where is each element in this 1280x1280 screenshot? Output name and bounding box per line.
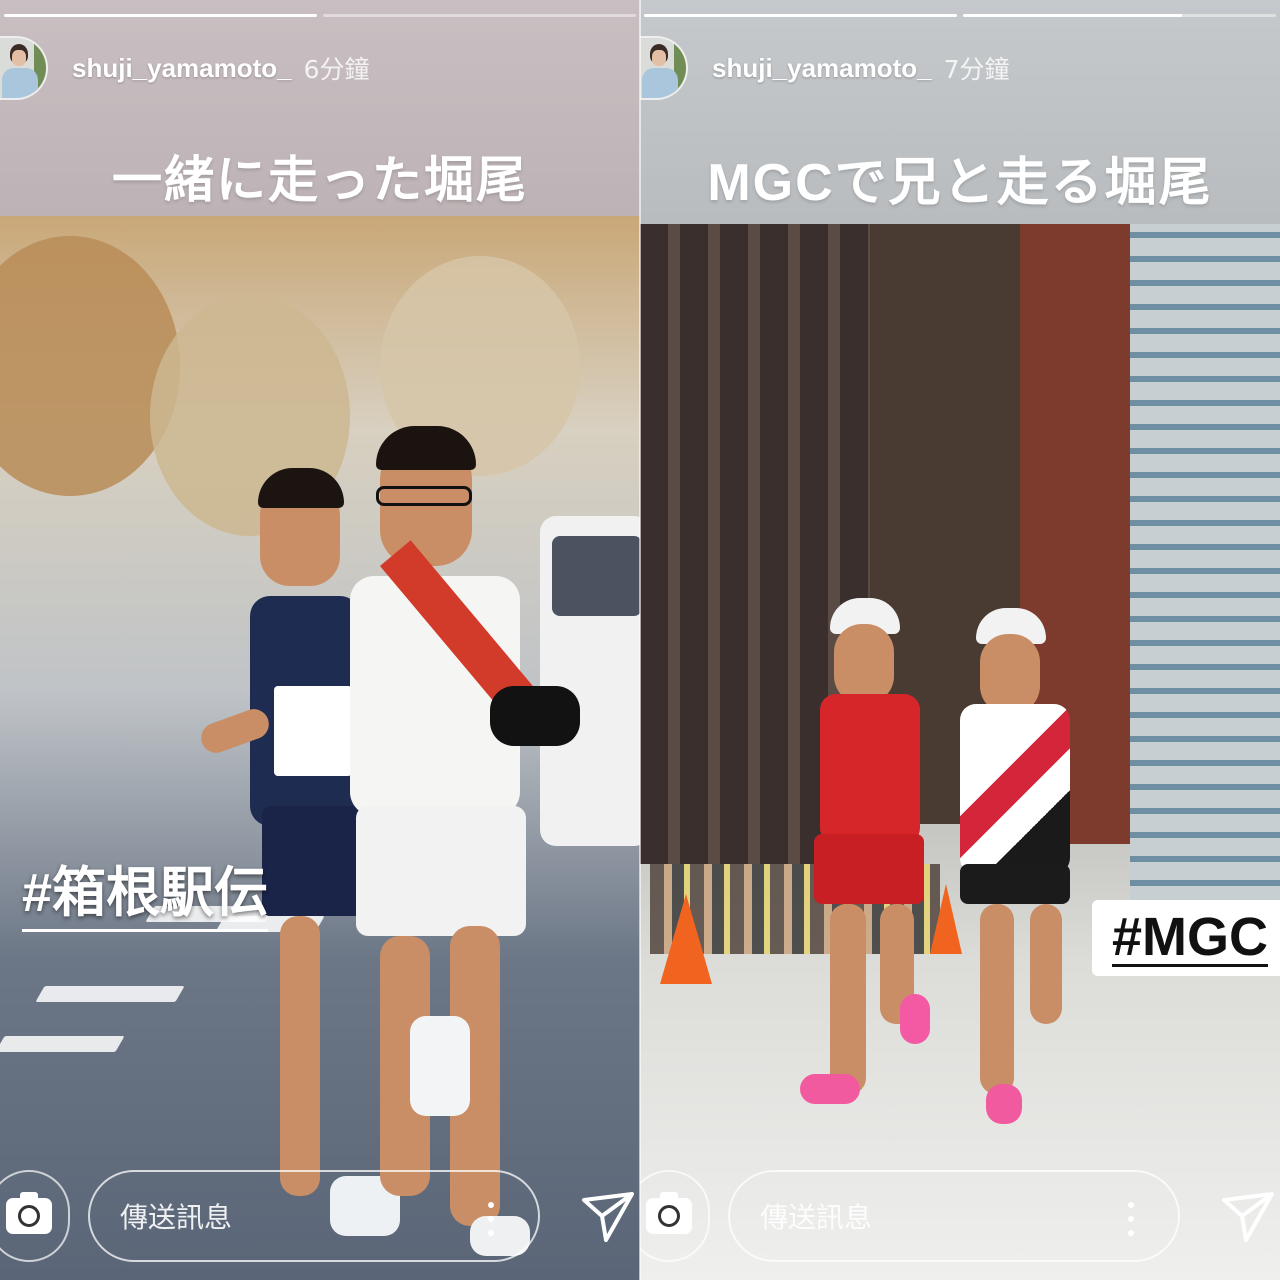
road-marking [0,1036,125,1052]
more-vertical-icon[interactable] [488,1202,494,1236]
camera-icon [6,1192,52,1234]
story-progress [640,14,1280,18]
building-decor [1130,224,1280,904]
road-marking [35,986,185,1002]
story-caption: MGCで兄と走る堀尾 [707,154,1213,212]
runner-toyota [940,608,1110,1144]
story-photo-mgc [640,224,1280,1280]
reply-bar: 傳送訊息 [0,1168,640,1264]
reply-bar: 傳送訊息 [640,1168,1280,1264]
hashtag-sticker[interactable]: #MGC [1091,900,1280,976]
runner-chuo [320,426,580,1256]
traffic-cone [660,894,712,984]
story-caption: 一緒に走った堀尾 [112,152,528,208]
story-divider [639,0,641,1280]
camera-button[interactable] [640,1170,710,1262]
story-right: shuji_yamamoto_ 7分鐘 MGCで兄と走る堀尾 #MGC 傳送訊息 [640,0,1280,1280]
camera-button[interactable] [0,1170,70,1262]
message-placeholder: 傳送訊息 [120,1201,233,1234]
message-placeholder: 傳送訊息 [760,1201,873,1234]
username[interactable]: shuji_yamamoto_ [712,53,932,84]
send-icon[interactable] [580,1188,636,1244]
progress-segment [963,14,1276,17]
story-header: shuji_yamamoto_ 7分鐘 [640,36,1280,100]
send-icon[interactable] [1220,1188,1276,1244]
story-header: shuji_yamamoto_ 6分鐘 [0,36,640,100]
post-time: 7分鐘 [943,55,1010,84]
hashtag-sticker[interactable]: #箱根駅伝 [22,848,269,932]
tree-decor [0,236,180,496]
hashtag-text: #MGC [1111,906,1268,967]
progress-segment [4,14,317,17]
username[interactable]: shuji_yamamoto_ [72,53,292,84]
progress-segment [644,14,957,17]
story-photo-hakone [0,216,640,1280]
avatar[interactable] [0,36,48,100]
post-time: 6分鐘 [303,55,370,84]
story-progress [0,14,640,18]
message-input[interactable]: 傳送訊息 [728,1170,1180,1262]
runner-mazda [790,598,960,1134]
camera-icon [646,1192,692,1234]
avatar[interactable] [640,36,688,100]
message-input[interactable]: 傳送訊息 [88,1170,540,1262]
progress-segment [323,14,636,17]
story-left: shuji_yamamoto_ 6分鐘 一緒に走った堀尾 #箱根駅伝 傳送訊息 [0,0,640,1280]
more-vertical-icon[interactable] [1128,1202,1134,1236]
